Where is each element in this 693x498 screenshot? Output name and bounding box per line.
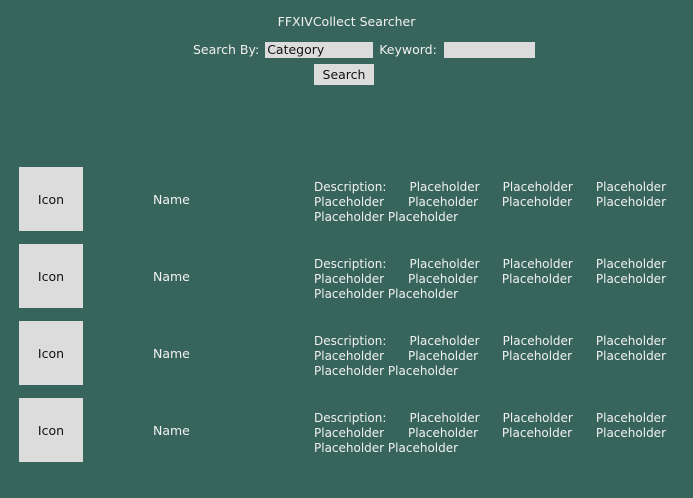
- item-icon-placeholder: Icon: [19, 321, 83, 385]
- page-title: FFXIVCollect Searcher: [277, 14, 416, 29]
- item-description: Description: Placeholder Placeholder Pla…: [314, 411, 666, 455]
- item-icon-placeholder: Icon: [19, 167, 83, 231]
- search-by-label: Search By:: [193, 42, 260, 57]
- item-name: Name: [153, 192, 190, 207]
- list-item[interactable]: Icon Name Description: Placeholder Place…: [19, 398, 679, 462]
- search-button[interactable]: Search: [314, 64, 374, 85]
- category-select[interactable]: Category: [265, 41, 374, 58]
- list-item[interactable]: Icon Name Description: Placeholder Place…: [19, 167, 679, 231]
- item-name: Name: [153, 346, 190, 361]
- search-bar: Search By: Category Keyword:: [193, 41, 535, 58]
- keyword-label: Keyword:: [379, 42, 437, 57]
- item-name: Name: [153, 269, 190, 284]
- list-item[interactable]: Icon Name Description: Placeholder Place…: [19, 244, 679, 308]
- item-icon-placeholder: Icon: [19, 398, 83, 462]
- list-item[interactable]: Icon Name Description: Placeholder Place…: [19, 321, 679, 385]
- item-icon-placeholder: Icon: [19, 244, 83, 308]
- results-list: Icon Name Description: Placeholder Place…: [19, 167, 679, 475]
- item-description: Description: Placeholder Placeholder Pla…: [314, 334, 666, 378]
- item-name: Name: [153, 423, 190, 438]
- item-description: Description: Placeholder Placeholder Pla…: [314, 257, 666, 301]
- item-description: Description: Placeholder Placeholder Pla…: [314, 180, 666, 224]
- keyword-input[interactable]: [443, 41, 535, 58]
